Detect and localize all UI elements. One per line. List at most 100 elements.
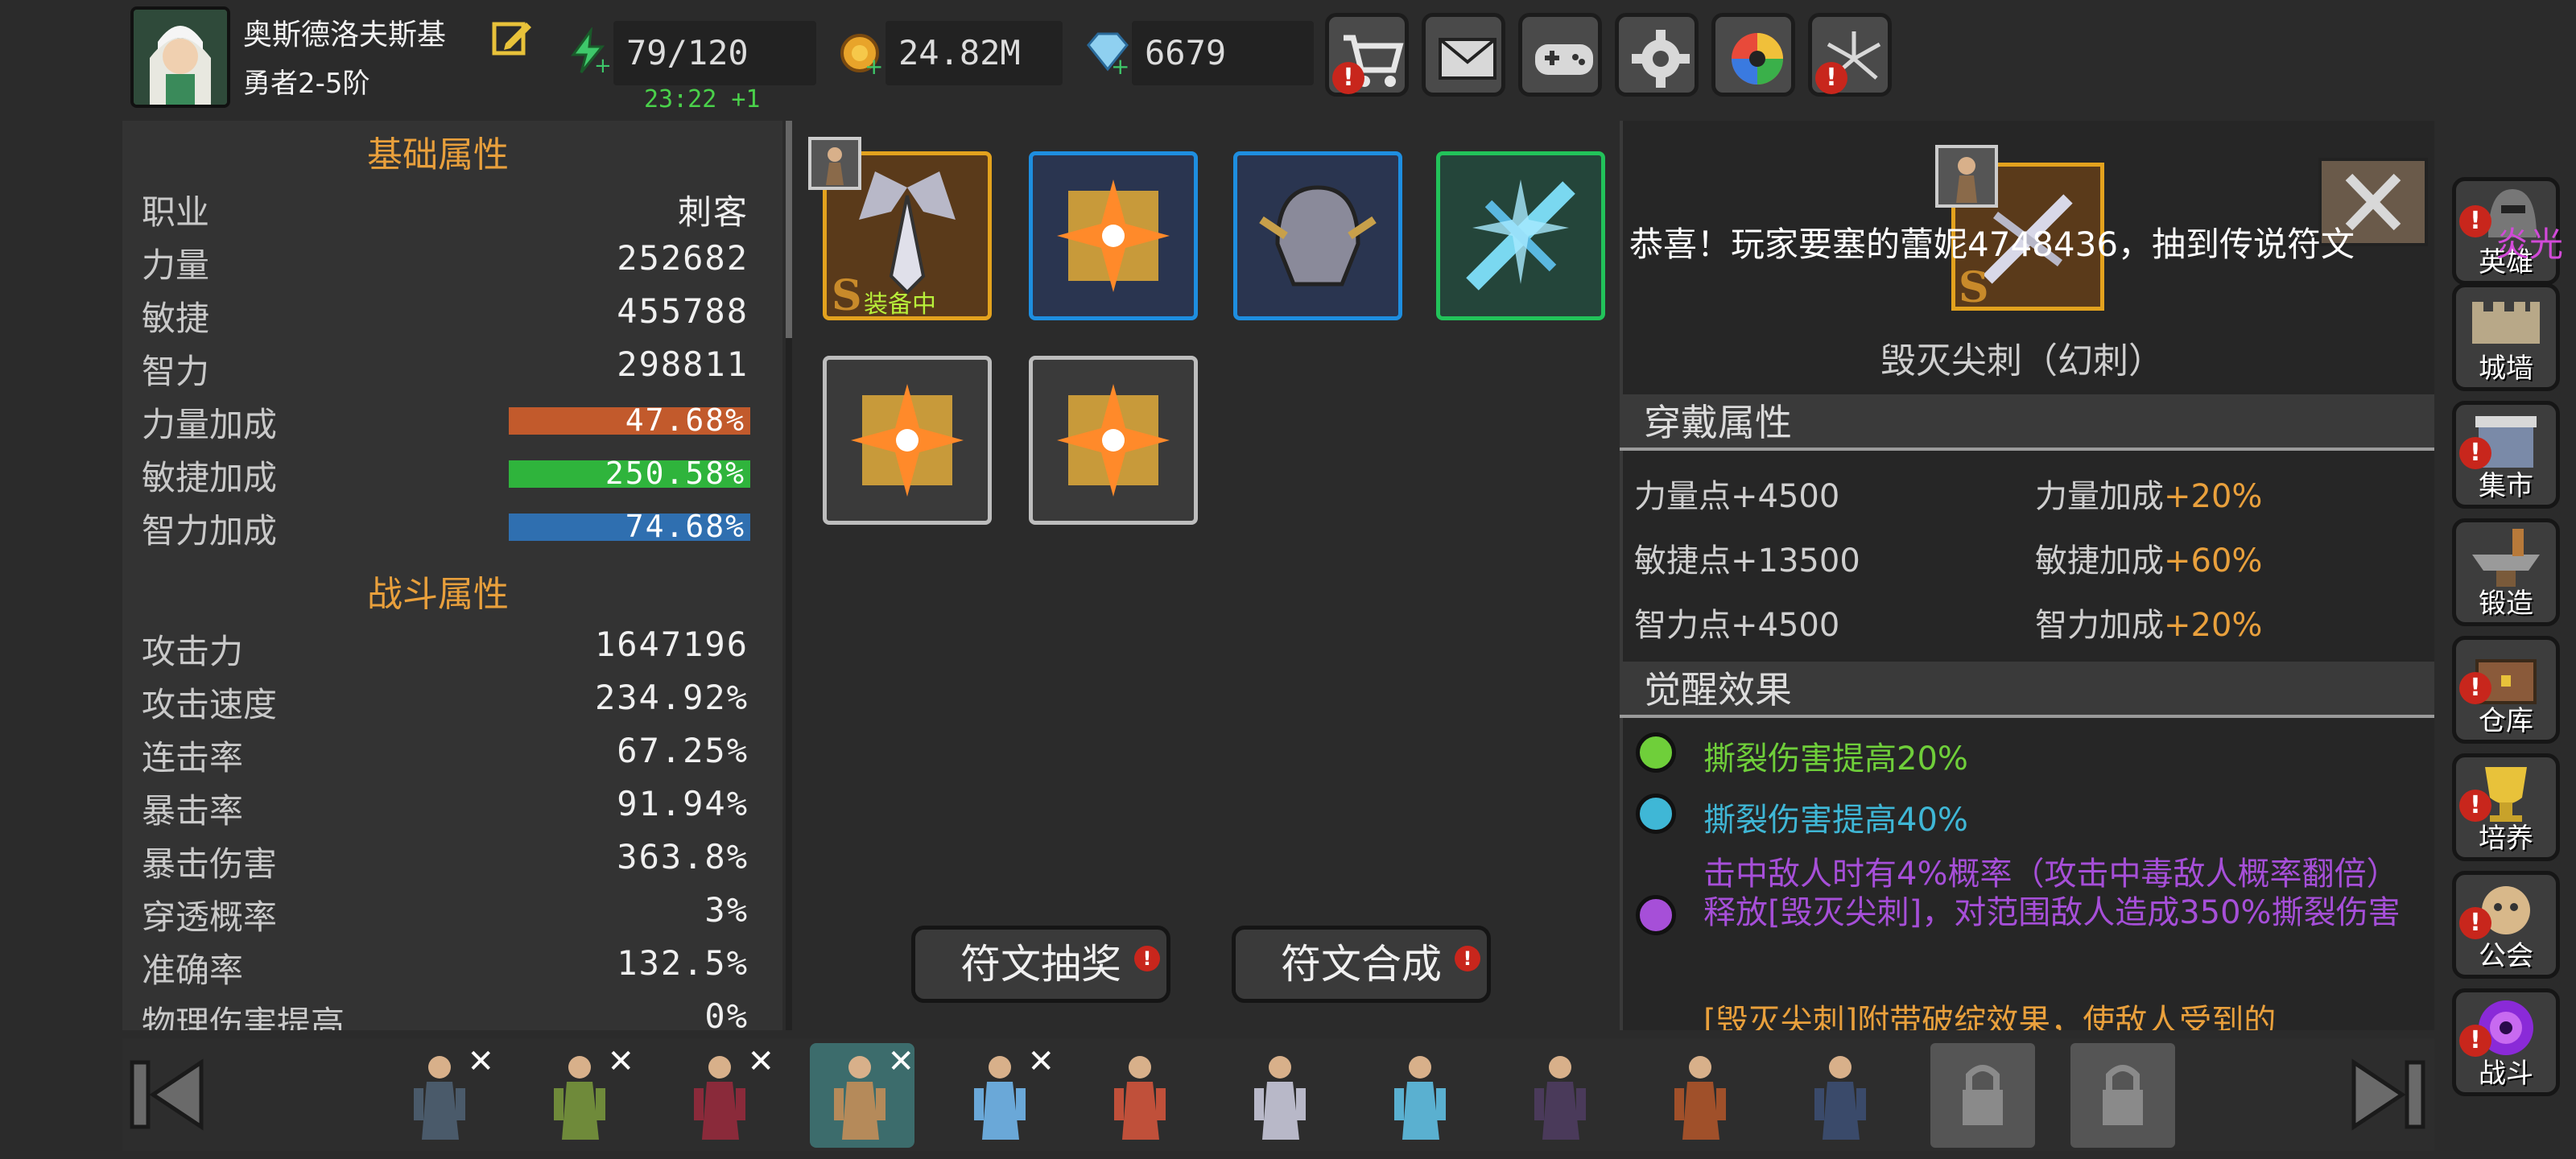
stat-label: 准确率 [142,951,244,990]
base-stats-title: 基础属性 [367,134,509,175]
shop-button[interactable]: ! [1325,13,1409,97]
hero-portrait[interactable]: ✕ [530,1043,634,1148]
settings-button[interactable] [1615,13,1699,97]
player-avatar[interactable] [130,6,230,108]
stat-value: 363.8% [617,837,749,876]
rune-slot-6[interactable] [1029,356,1198,525]
stat-row: 智力 298811 [142,344,753,398]
gem-icon[interactable]: + [1084,27,1132,80]
equipped-label: 装备中 [864,291,936,319]
stat-row-class: 职业 刺客 [142,185,753,238]
effect-dot [1636,895,1676,935]
next-arrow-icon[interactable] [2338,1046,2434,1143]
stat-label: 穿透概率 [142,897,278,937]
lock-icon [1963,1065,2003,1125]
stat-label: 物理伤害提高 [142,1004,345,1030]
prev-arrow-icon[interactable] [121,1046,217,1143]
gold-icon[interactable]: + [837,27,886,80]
hero-portrait[interactable] [1650,1043,1755,1148]
event-button[interactable]: ! [1808,13,1892,97]
nav-label: 公会 [2479,940,2533,972]
stat-value: 455788 [617,291,749,331]
hero-portrait[interactable] [1790,1043,1895,1148]
alert-badge: ! [1815,62,1847,94]
nav-wall[interactable]: 城墙 [2452,283,2560,391]
nav-train[interactable]: 培养 ! [2452,753,2560,861]
gem-counter: 6679 [1132,21,1314,85]
hero-portrait[interactable] [1090,1043,1195,1148]
nav-battle[interactable]: 战斗 ! [2452,988,2560,1096]
wear-attr-header: 穿戴属性 [1620,394,2434,451]
svg-text:+: + [1111,53,1129,76]
energy-counter: 79/120 [613,21,816,85]
unequip-icon[interactable]: ✕ [887,1043,914,1080]
gamepad-button[interactable] [1518,13,1602,97]
hero-portrait[interactable] [1230,1043,1335,1148]
nav-label: 战斗 [2479,1058,2533,1090]
stat-label: 力量加成 [142,405,278,444]
stat-row: 攻击速度 234.92% [142,678,753,731]
stat-value: 252682 [617,238,749,278]
rune-slot-5[interactable] [823,356,992,525]
stat-label: 力量 [142,245,210,285]
nav-forge[interactable]: 锻造 [2452,518,2560,626]
lock-icon [2103,1065,2143,1125]
hero-portrait[interactable]: ✕ [950,1043,1055,1148]
bonus-value: 47.68% [625,402,745,438]
rune-slot-4[interactable] [1436,151,1605,320]
scrollbar-thumb[interactable] [786,121,792,338]
stat-label: 智力加成 [142,511,278,551]
stat-row: 连击率 67.25% [142,731,753,784]
hero-portrait-icon [1935,145,1998,208]
color-wheel-icon [1732,33,1783,85]
bonus-bar: 74.68% [509,509,750,544]
stat-row: 穿透概率 3% [142,890,753,943]
wear-value: +20% [2164,478,2263,515]
rune-slot-3[interactable] [1233,151,1402,320]
hero-portrait[interactable]: ✕ [810,1043,914,1148]
unequip-icon[interactable]: ✕ [607,1043,634,1080]
hero-portrait[interactable] [1370,1043,1475,1148]
nav-label: 集市 [2479,470,2533,502]
nav-guild[interactable]: 公会 ! [2452,871,2560,979]
unequip-icon[interactable]: ✕ [747,1043,774,1080]
rune-merge-button[interactable]: 符文合成 ! [1232,926,1491,1003]
rune-name: 毁灭尖刺（幻刺） [1880,340,2164,382]
player-rank: 勇者2-5阶 [243,68,370,100]
nav-market[interactable]: 集市 ! [2452,401,2560,509]
hero-portrait[interactable] [1510,1043,1615,1148]
helmet-rune-icon [1259,185,1377,287]
effect-dot [1636,794,1676,834]
unequip-icon[interactable]: ✕ [467,1043,494,1080]
bonus-bar: 47.68% [509,402,750,438]
locked-hero-slot[interactable] [2070,1043,2175,1148]
wear-stat: 敏捷点+13500 [1634,534,1860,581]
nav-label: 城墙 [2479,353,2533,385]
rune-merge-label: 符文合成 [1281,941,1442,988]
alert-badge: ! [2459,205,2491,237]
stat-row: 准确率 132.5% [142,943,753,996]
combat-stats-title: 战斗属性 [367,574,509,615]
mail-button[interactable] [1422,13,1505,97]
awaken-effect: 击中敌人时有4%概率（攻击中毒敌人概率翻倍）释放[毁灭尖刺]，对范围敌人造成35… [1703,856,2401,931]
wear-label: 智力加成 [2035,607,2164,644]
unequip-icon[interactable]: ✕ [1027,1043,1055,1080]
locked-hero-slot[interactable] [1930,1043,2035,1148]
mail-icon [1439,38,1496,80]
hero-portrait[interactable]: ✕ [670,1043,774,1148]
hero-portrait[interactable]: ✕ [390,1043,494,1148]
nav-label: 锻造 [2479,588,2533,620]
nav-storage[interactable]: 仓库 ! [2452,636,2560,744]
energy-icon: + [564,26,612,78]
announcement-banner: 恭喜！玩家要塞的蕾妮4748436，抽到传说符文 [1629,217,2355,266]
stat-row: 攻击力 1647196 [142,625,753,678]
announcement-text: 恭喜！玩家要塞的蕾妮4748436，抽到传说符文 [1629,225,2355,264]
grade-badge: S [832,271,862,320]
rune-draw-button[interactable]: 符文抽奖 ! [911,926,1170,1003]
stat-value: 132.5% [617,943,749,983]
stat-value: 67.25% [617,731,749,770]
edit-name-icon[interactable] [491,18,533,58]
color-button[interactable] [1711,13,1795,97]
wear-stat: 智力加成+20% [2035,599,2262,645]
rune-slot-2[interactable] [1029,151,1198,320]
